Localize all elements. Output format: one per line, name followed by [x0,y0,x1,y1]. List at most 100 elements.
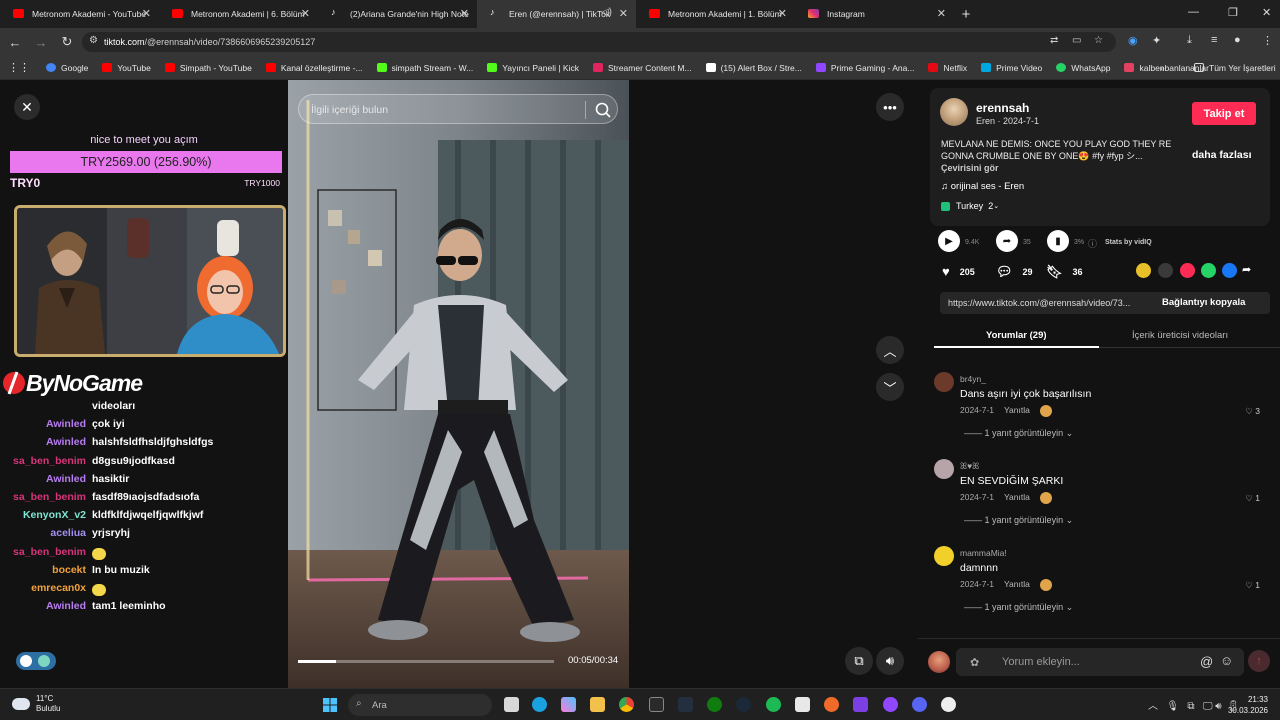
taskbar-search[interactable]: ⌕ Ara [348,694,492,716]
spotify-icon[interactable] [766,697,781,712]
close-icon[interactable]: ✕ [937,7,946,20]
amazon-icon[interactable] [678,697,693,712]
copy-link-button[interactable]: Bağlantıyı kopyala [1162,297,1245,308]
system-tray[interactable]: ︿ 🎙︎ ⧉ 🖵︎ 🔊︎ 🔋︎ [1148,697,1240,712]
app-icon[interactable] [824,697,839,712]
translate-link[interactable]: Çevirisini gör [941,163,999,173]
clock[interactable]: 21:33 30.03.2026 [1228,694,1268,716]
edge-icon[interactable] [532,697,547,712]
search-icon[interactable] [593,100,613,120]
embed-icon[interactable] [1158,263,1173,278]
obs-icon[interactable] [883,697,898,712]
mention-icon[interactable]: @ [1200,654,1213,669]
cast-icon[interactable]: ▭ [1072,35,1081,46]
emoji-icon[interactable]: ☺ [1220,653,1233,668]
close-icon[interactable]: ✕ [778,7,787,20]
video-progress-bar[interactable] [298,660,554,663]
bookmark-star-icon[interactable]: ☆ [1094,35,1103,46]
minimize-icon[interactable]: — [1188,6,1199,18]
sound-link[interactable]: ♫ orijinal ses - Eren [941,181,1024,192]
maximize-icon[interactable]: ❐ [1228,6,1238,19]
browser-tab[interactable]: Metronom Akademi - YouTube ✕ [0,0,159,28]
copilot-icon[interactable] [561,697,576,712]
bookmark-item[interactable]: Streamer Content M... [592,63,692,73]
windows-start-icon[interactable] [323,698,337,712]
all-bookmarks[interactable]: Tüm Yer İşaretleri [1194,63,1276,73]
github-icon[interactable] [941,697,956,712]
volume-button[interactable]: 🔊︎ [876,647,904,675]
reload-icon[interactable]: ↻ [56,32,78,52]
weather-widget[interactable]: 11°C Bulutlu [12,694,60,714]
media-icon[interactable]: ≡ [1211,34,1217,46]
comment-like[interactable]: ♡ 1 [1245,493,1260,504]
close-window-icon[interactable]: ✕ [1262,6,1271,19]
new-tab-button[interactable]: + [954,6,978,23]
clapper-icon[interactable] [853,697,868,712]
file-explorer-icon[interactable] [590,697,605,712]
previous-video-button[interactable]: ︿ [876,336,904,364]
browser-tab-active[interactable]: ♪ Eren (@erennsah) | TikTok ◁) ✕ [477,0,636,28]
video-search-input[interactable] [311,101,571,119]
browser-tab[interactable]: Metronom Akademi | 1. Bölüm ✕ [636,0,795,28]
discord-icon[interactable] [912,697,927,712]
comment-avatar[interactable] [934,459,954,479]
comment-avatar[interactable] [934,372,954,392]
forward-icon[interactable]: → [30,32,52,52]
like-button[interactable]: ♥ 205 [942,264,975,279]
apps-icon[interactable]: ⋮⋮ [8,61,30,74]
repost-icon[interactable] [1180,263,1195,278]
download-icon[interactable]: ⤓ [1187,34,1192,47]
comment-avatar[interactable] [934,546,954,566]
close-icon[interactable]: ✕ [619,7,628,20]
comment-button[interactable]: 💬︎ 29 [996,264,1033,280]
follow-button[interactable]: Takip et [1192,102,1256,125]
comment-like[interactable]: ♡ 1 [1245,580,1260,591]
address-bar[interactable]: ⚙ tiktok.com/@erennsah/video/73866069652… [82,32,1116,52]
view-replies-button[interactable]: —— 1 yanıt görüntüleyin ⌄ [964,428,1073,439]
video-player[interactable]: 00:05/00:34 [288,80,629,688]
picture-in-picture-button[interactable]: ⧉ [845,647,873,675]
translate-icon[interactable]: ⇄ [1050,35,1058,46]
bookmark-item[interactable]: Prime Video [981,63,1042,73]
more-options-button[interactable]: ••• [876,93,904,121]
chevron-right-icon[interactable]: » [1160,63,1165,73]
menu-icon[interactable]: ⋮ [1262,34,1273,47]
send-button[interactable]: ↑ [1248,650,1270,672]
close-icon[interactable]: ✕ [142,7,151,20]
next-video-button[interactable]: ﹀ [876,373,904,401]
bookmark-item[interactable]: Netflix [928,63,967,73]
facebook-icon[interactable] [1222,263,1237,278]
bookmark-item[interactable]: WhatsApp [1056,63,1110,73]
reply-button[interactable]: Yanıtla [1004,405,1030,415]
comment-username[interactable]: ꕤ♥ꕤ [960,461,979,472]
bookmark-item[interactable]: Kanal özelleştirme -... [265,63,363,73]
xbox-icon[interactable] [707,697,722,712]
comment-username[interactable]: mammaMia! [960,548,1007,558]
comment-like[interactable]: ♡ 3 [1245,406,1260,417]
view-replies-button[interactable]: —— 1 yanıt görüntüleyin ⌄ [964,602,1073,613]
info-icon[interactable]: ⓘ [1088,237,1097,250]
close-icon[interactable]: ✕ [301,7,310,20]
username[interactable]: erennsah [976,101,1029,115]
bookmark-item[interactable]: simpath Stream - W... [376,63,473,73]
bookmark-item[interactable]: Yayıncı Paneli | Kick [487,63,579,73]
more-link[interactable]: daha fazlası [1192,149,1252,161]
browser-tab[interactable]: Instagram ✕ [795,0,954,28]
gift-icon[interactable]: ✿ [970,656,979,669]
speaker-icon[interactable]: ◁) [601,7,612,18]
steam-icon[interactable] [736,697,751,712]
avatar[interactable] [940,98,968,126]
close-button[interactable]: ✕ [14,94,40,120]
browser-tab[interactable]: ♪ (2)Ariana Grande'nin High Note ✕ [318,0,477,28]
reply-button[interactable]: Yanıtla [1004,492,1030,502]
capcut-icon[interactable] [795,697,810,712]
bookmark-item[interactable]: Prime Gaming - Ana... [815,63,914,73]
view-replies-button[interactable]: —— 1 yanıt görüntüleyin ⌄ [964,515,1073,526]
share-icon[interactable]: ➦ [1242,263,1257,278]
back-icon[interactable]: ← [4,32,26,52]
reply-button[interactable]: Yanıtla [1004,579,1030,589]
close-icon[interactable]: ✕ [460,7,469,20]
bookmark-item[interactable]: Google [46,63,88,73]
bookmark-item[interactable]: YouTube [102,63,151,73]
tab-comments[interactable]: Yorumlar (29) [986,330,1047,341]
